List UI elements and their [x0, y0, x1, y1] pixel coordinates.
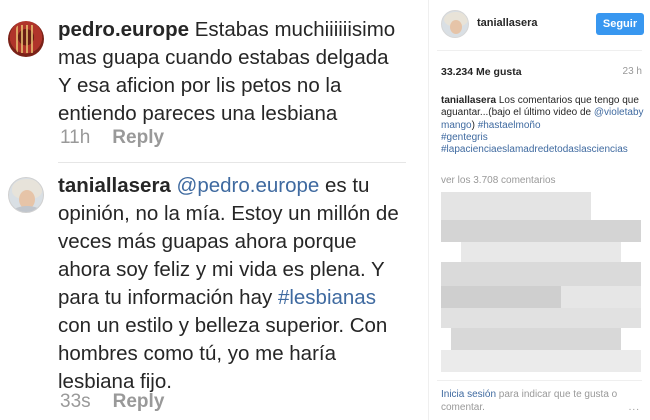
comment-text: Estabas muchiiiiiisimo	[189, 18, 396, 41]
caption-hashtag-link[interactable]: #lapacienciaeslamadredetodaslasciencias	[441, 144, 628, 155]
comment-text: con un estilo y belleza superior. Con	[58, 314, 388, 337]
profile-avatar[interactable]	[441, 10, 469, 38]
comment-username[interactable]: pedro.europe	[58, 18, 189, 41]
likes-count[interactable]: 33.234 Me gusta	[441, 66, 522, 78]
post-side-panel: taniallasera Seguir 33.234 Me gusta 23 h…	[428, 0, 650, 420]
post-time[interactable]: 23 h	[623, 66, 642, 77]
comment-text: mas guapa cuando estabas delgada	[58, 46, 389, 69]
blurred-comments-area	[441, 192, 641, 372]
post-caption: taniallasera Los comentarios que tengo q…	[441, 95, 644, 156]
comment-taniallasera: taniallasera @pedro.europe es tu opinión…	[58, 172, 418, 396]
view-all-comments-link[interactable]: ver los 3.708 comentarios	[441, 175, 556, 186]
login-link[interactable]: Inicia sesión	[441, 389, 496, 400]
comment-text: hombres como tú, yo me haría	[58, 342, 337, 365]
footer-divider	[437, 380, 642, 381]
comment-text: entiendo pareces una lesbiana	[58, 102, 338, 125]
comment-text: veces más guapas ahora porque	[58, 230, 357, 253]
comment-text: es tu	[319, 174, 370, 197]
comment-pedro-europe: pedro.europe Estabas muchiiiiiisimo mas …	[58, 16, 418, 128]
comment-text: ahora soy feliz y mi vida es plena. Y	[58, 258, 385, 281]
comment-divider	[58, 162, 406, 163]
follow-button[interactable]: Seguir	[596, 13, 644, 35]
comment-time: 33s	[60, 391, 91, 412]
comment-text: Y esa aficion por lis petos no la	[58, 74, 342, 97]
comment-text: lesbiana fijo.	[58, 370, 172, 393]
caption-username[interactable]: taniallasera	[441, 95, 496, 106]
comment-text: opinión, no la mía. Estoy un millón de	[58, 202, 399, 225]
comment-thread: pedro.europe Estabas muchiiiiiisimo mas …	[0, 0, 420, 420]
avatar-pedro-europe[interactable]	[8, 21, 44, 57]
caption-hashtag-link[interactable]: #gentegris	[441, 132, 488, 143]
mention-link[interactable]: @pedro.europe	[177, 174, 320, 197]
login-prompt: Inicia sesión para indicar que te gusta …	[441, 388, 647, 414]
comment-meta: 11h Reply	[60, 127, 164, 149]
comment-meta: 33s Reply	[60, 391, 164, 413]
comment-text: para tu información hay	[58, 286, 278, 309]
more-options-icon[interactable]: ...	[629, 402, 640, 413]
avatar-taniallasera[interactable]	[8, 177, 44, 213]
comment-username[interactable]: taniallasera	[58, 174, 171, 197]
header-divider	[437, 50, 642, 51]
hashtag-link[interactable]: #lesbianas	[278, 286, 376, 309]
reply-button[interactable]: Reply	[113, 391, 165, 412]
reply-button[interactable]: Reply	[112, 127, 164, 148]
caption-hashtag-link[interactable]: #hastaelmoño	[478, 120, 541, 131]
profile-username[interactable]: taniallasera	[477, 17, 538, 29]
comment-time: 11h	[60, 127, 91, 148]
